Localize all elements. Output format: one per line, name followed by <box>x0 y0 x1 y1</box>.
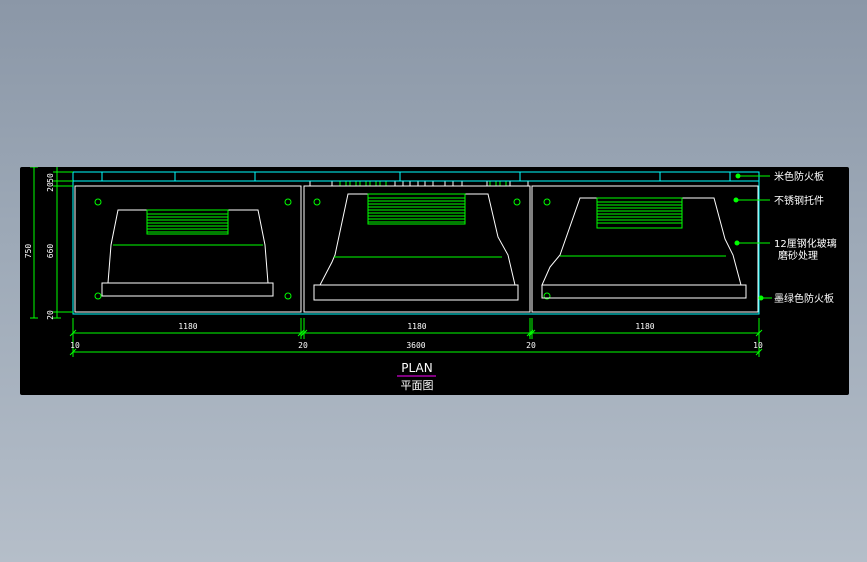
top-strip-outline <box>72 171 760 182</box>
top-strip <box>72 171 760 182</box>
mount-hole-icon <box>284 198 292 206</box>
dim-panel-width-1: 1180 <box>178 322 197 331</box>
mount-hole-icon <box>313 198 321 206</box>
bracket-strip <box>309 180 530 187</box>
dim-vertical-middle: 660 <box>46 244 55 259</box>
title-sub: 平面图 <box>401 379 434 392</box>
dim-vertical-top: 20 <box>46 182 55 192</box>
mount-hole-icon <box>543 198 551 206</box>
panel-3 <box>531 185 759 313</box>
glass-panel-1 <box>107 209 269 284</box>
cad-viewport[interactable]: 750 50 20 660 20 1180 1180 1180 10 20 36… <box>20 167 849 395</box>
panel-1-frame <box>74 185 302 313</box>
dim-vertical-small-top: 50 <box>46 173 55 183</box>
dim-panel-width-3: 1180 <box>635 322 654 331</box>
mount-hole-icon <box>94 198 102 206</box>
panel-2 <box>303 185 531 313</box>
callout-green-board: 墨绿色防火板 <box>774 292 834 305</box>
mount-hole-icon <box>513 198 521 206</box>
dim-gap-right: 10 <box>753 341 763 350</box>
base-plate-1 <box>101 282 274 297</box>
panel-1 <box>74 185 302 313</box>
base-plate-3 <box>541 284 747 299</box>
plan-drawing: 750 50 20 660 20 1180 1180 1180 10 20 36… <box>24 167 837 392</box>
dim-vertical-total: 750 <box>24 244 33 259</box>
callout-steel-bracket: 不锈钢托件 <box>774 194 824 207</box>
callout-frosted: 磨砂处理 <box>778 249 818 262</box>
dim-panel-width-2: 1180 <box>407 322 426 331</box>
panel-2-frame <box>303 185 531 313</box>
dim-total-width: 3600 <box>406 341 425 350</box>
dim-gap-left: 10 <box>70 341 80 350</box>
callout-beige-board: 米色防火板 <box>774 170 824 183</box>
dim-gap-2: 20 <box>526 341 536 350</box>
base-plate-2 <box>313 284 519 301</box>
mount-hole-icon <box>94 292 102 300</box>
title-main: PLAN <box>401 361 432 375</box>
dim-gap-1: 20 <box>298 341 308 350</box>
callout-tempered-glass: 12厘钢化玻璃 <box>774 237 837 250</box>
mount-hole-icon <box>284 292 292 300</box>
dim-vertical-bottom: 20 <box>46 310 55 320</box>
glass-panel-2 <box>319 193 516 286</box>
